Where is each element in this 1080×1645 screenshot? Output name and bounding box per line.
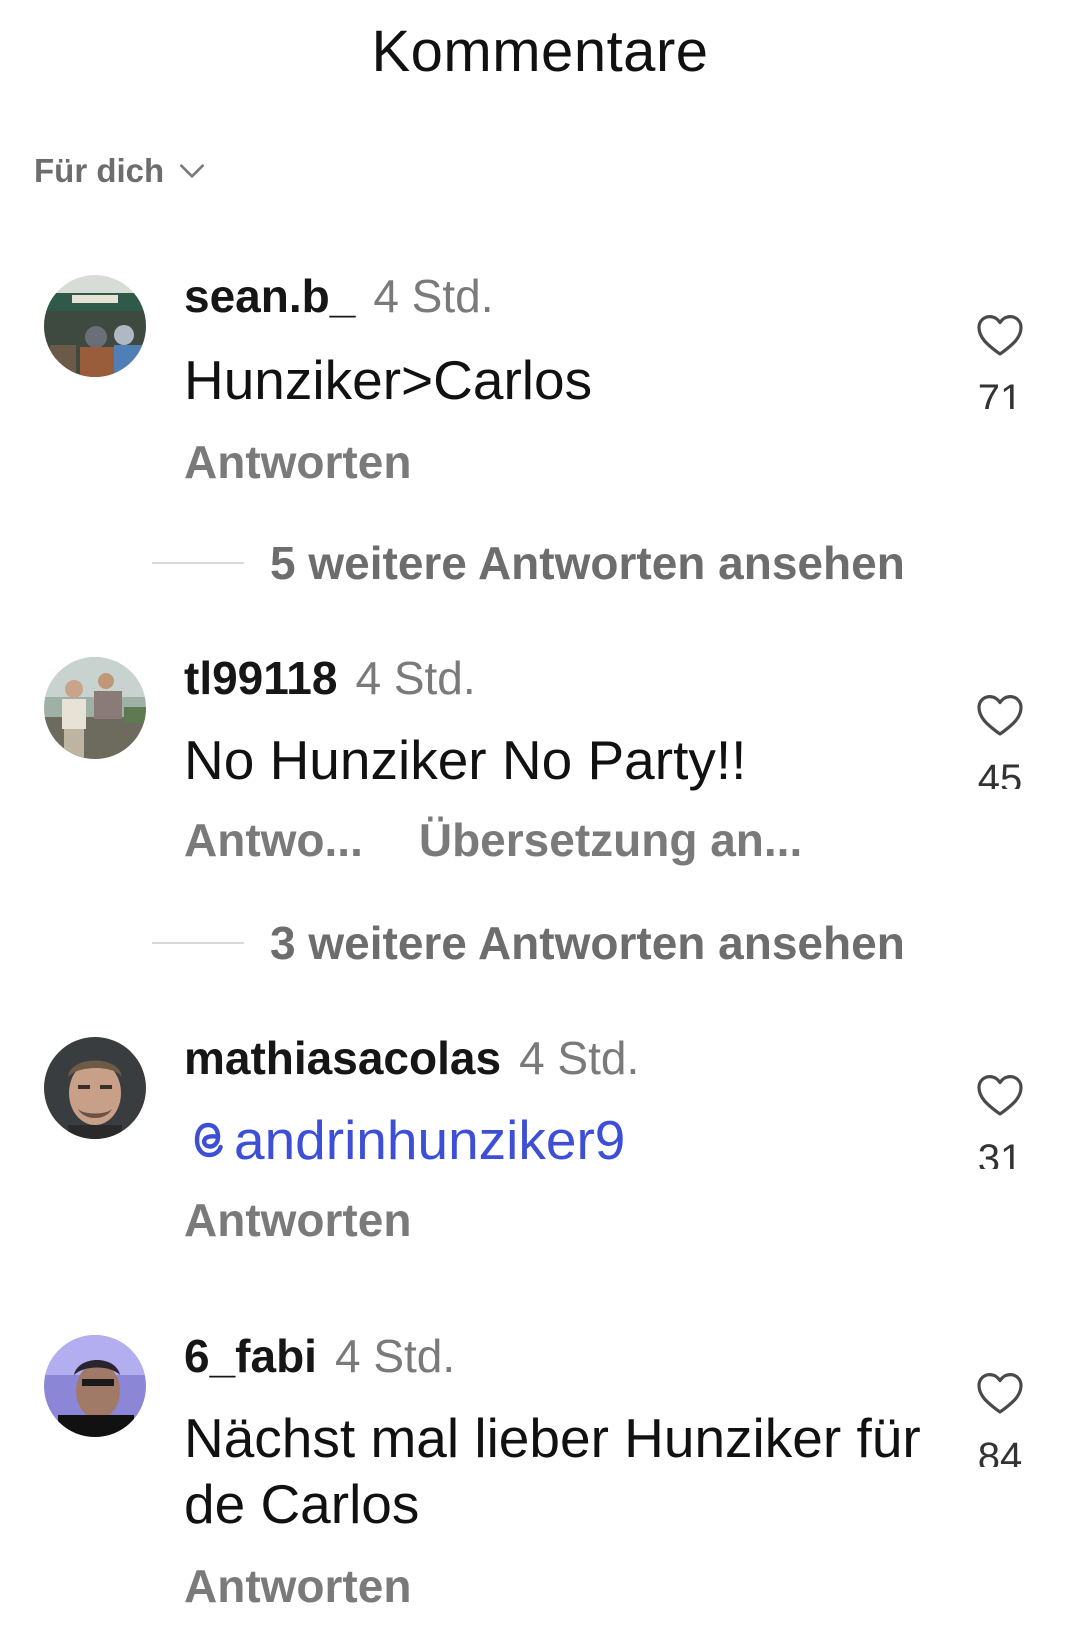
reply-button[interactable]: Antwo...: [184, 813, 363, 867]
threads-icon: [194, 1122, 223, 1158]
comment-timestamp: 4 Std.: [334, 1330, 456, 1382]
mention-link[interactable]: andrinhunziker9: [184, 1107, 924, 1173]
mention-username: andrinhunziker9: [234, 1109, 626, 1171]
comment-text: No Hunziker No Party!!: [184, 729, 747, 791]
comment-text: Nächst mal lieber Hunziker für de Carlos: [184, 1407, 921, 1535]
sort-dropdown[interactable]: Für dich: [34, 152, 208, 190]
reply-button[interactable]: Antworten: [184, 435, 411, 489]
heart-icon[interactable]: [976, 693, 1024, 737]
like-count: 84: [977, 1435, 1023, 1467]
avatar[interactable]: [44, 275, 146, 377]
view-more-replies-button[interactable]: 5 weitere Antworten ansehen: [152, 536, 905, 590]
comment-timestamp: 4 Std.: [519, 1032, 640, 1084]
heart-icon[interactable]: [976, 1371, 1024, 1415]
chevron-down-icon: [180, 164, 205, 178]
avatar[interactable]: [44, 657, 146, 759]
view-more-replies-button[interactable]: 3 weitere Antworten ansehen: [152, 916, 905, 970]
comment-username[interactable]: 6_fabi: [184, 1329, 317, 1383]
sort-label: Für dich: [34, 152, 165, 189]
comment-timestamp: 4 Std.: [373, 270, 494, 322]
more-replies-label: 5 weitere Antworten ansehen: [270, 537, 905, 589]
reply-button[interactable]: Antworten: [184, 1559, 411, 1613]
comment-username[interactable]: tl99118: [184, 651, 337, 705]
comment-text: Hunziker>Carlos: [184, 349, 593, 411]
comment-username[interactable]: mathiasacolas: [184, 1031, 501, 1085]
more-replies-label: 3 weitere Antworten ansehen: [270, 917, 905, 969]
comment-username[interactable]: sean.b_: [184, 269, 355, 323]
like-count: 71: [977, 377, 1023, 409]
heart-icon[interactable]: [976, 313, 1024, 357]
avatar[interactable]: [44, 1037, 146, 1139]
heart-icon[interactable]: [976, 1073, 1024, 1117]
like-control: 71: [958, 313, 1042, 409]
like-count: 45: [977, 757, 1023, 789]
translate-button[interactable]: Übersetzung an...: [419, 813, 802, 867]
like-count: 31: [977, 1137, 1023, 1169]
avatar[interactable]: [44, 1335, 146, 1437]
comments-sheet-title: Kommentare: [371, 19, 709, 84]
like-control: 45: [958, 693, 1042, 789]
like-control: 31: [958, 1073, 1042, 1169]
like-control: 84: [958, 1371, 1042, 1467]
comment-timestamp: 4 Std.: [355, 652, 476, 704]
reply-thread-divider: [152, 562, 244, 564]
reply-thread-divider: [152, 942, 244, 944]
reply-button[interactable]: Antworten: [184, 1193, 411, 1247]
